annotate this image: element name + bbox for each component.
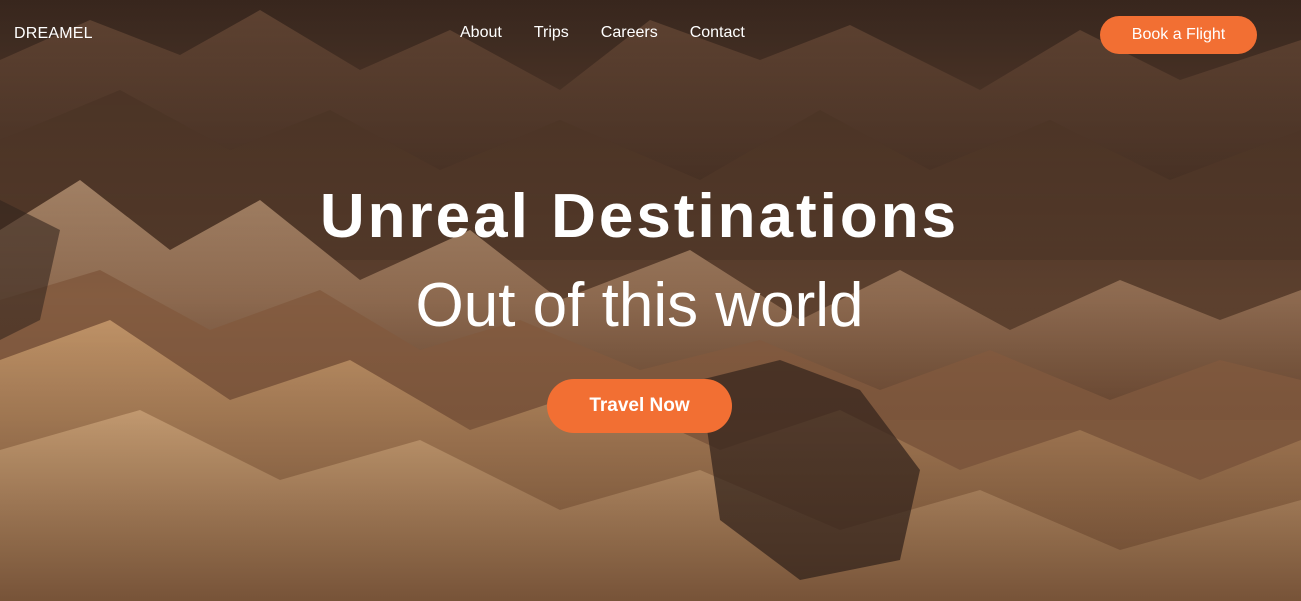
nav-links: About Trips Careers Contact — [460, 24, 745, 42]
nav-link-about[interactable]: About — [460, 24, 502, 42]
hero-content: Unreal Destinations Out of this world — [0, 180, 1301, 342]
hero-title: Unreal Destinations — [319, 182, 960, 251]
top-navigation: DREAMEL About Trips Careers Contact Book… — [0, 0, 1301, 70]
book-flight-button[interactable]: Book a Flight — [1100, 16, 1257, 54]
nav-link-contact[interactable]: Contact — [690, 24, 745, 42]
logo[interactable]: DREAMEL — [14, 25, 93, 43]
hero-subtitle: Out of this world — [415, 271, 864, 340]
travel-now-button[interactable]: Travel Now — [547, 379, 732, 433]
hero-section: DREAMEL About Trips Careers Contact Book… — [0, 0, 1301, 601]
nav-link-careers[interactable]: Careers — [601, 24, 658, 42]
nav-link-trips[interactable]: Trips — [534, 24, 569, 42]
